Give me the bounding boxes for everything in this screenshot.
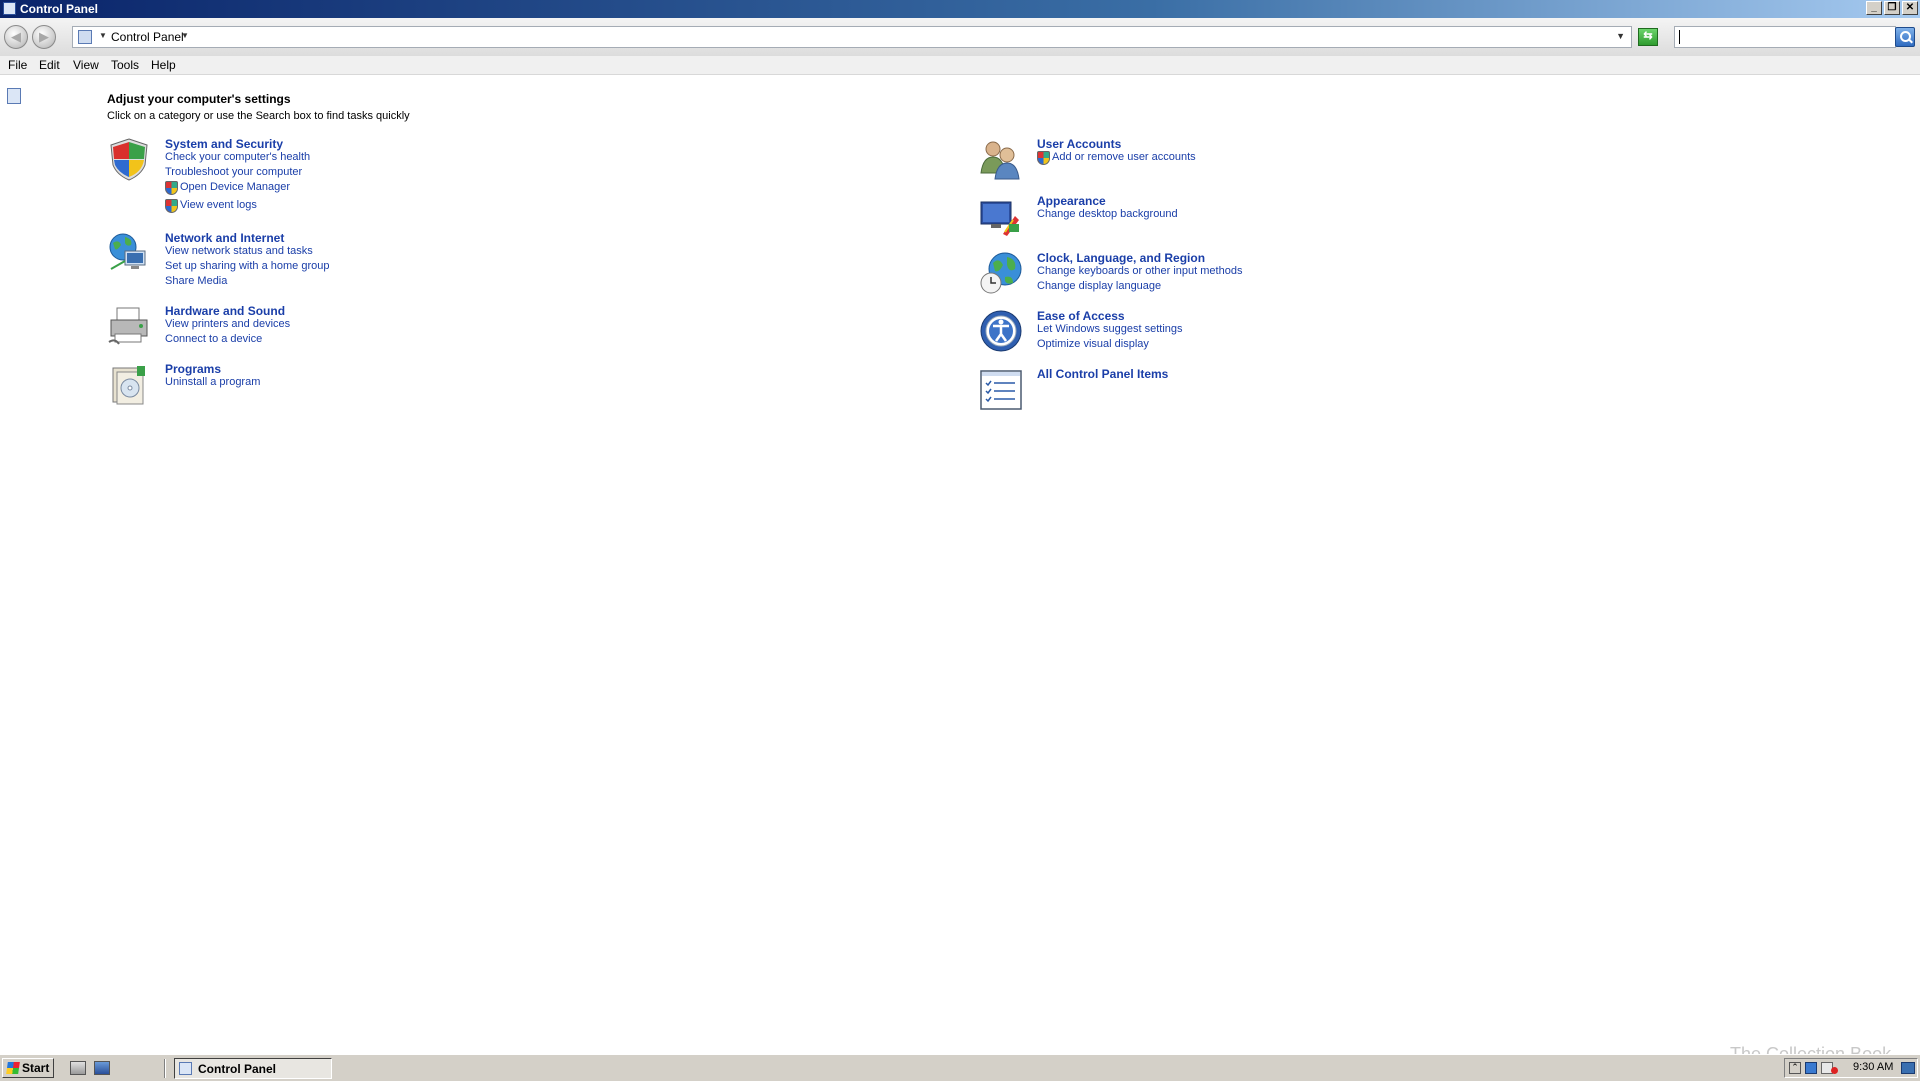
- link-suggest-settings[interactable]: Let Windows suggest settings: [1037, 323, 1183, 335]
- forward-button[interactable]: ▶: [32, 25, 56, 49]
- checklist-icon[interactable]: [979, 367, 1023, 411]
- title-bar: Control Panel _ ❐ ✕: [0, 0, 1920, 18]
- ease-of-access-icon[interactable]: [979, 309, 1023, 353]
- chevron-down-icon[interactable]: ▼: [99, 31, 107, 40]
- link-network-status[interactable]: View network status and tasks: [165, 245, 313, 257]
- category-appearance: Appearance Change desktop background: [979, 194, 1379, 242]
- category-system-and-security: System and Security Check your computer'…: [107, 137, 507, 227]
- start-label: Start: [22, 1061, 50, 1075]
- clock[interactable]: 9:30 AM: [1853, 1061, 1893, 1073]
- category-title[interactable]: Clock, Language, and Region: [1037, 251, 1205, 265]
- text-caret: [1679, 30, 1680, 44]
- category-clock-language-region: Clock, Language, and Region Change keybo…: [979, 251, 1379, 299]
- server-manager-icon[interactable]: [70, 1061, 86, 1075]
- category-ease-of-access: Ease of Access Let Windows suggest setti…: [979, 309, 1379, 357]
- page-title: Adjust your computer's settings: [107, 92, 291, 106]
- search-button[interactable]: [1895, 27, 1915, 47]
- taskbar-separator: [164, 1059, 166, 1078]
- show-desktop-tray-icon[interactable]: [1901, 1062, 1915, 1074]
- link-printers-devices[interactable]: View printers and devices: [165, 318, 290, 330]
- address-toolbar: ◀ ▶ ▼ Control Panel ▼ ▼ ⇆: [0, 18, 1920, 57]
- breadcrumb-control-panel[interactable]: Control Panel: [111, 30, 184, 44]
- menu-help[interactable]: Help: [151, 58, 176, 72]
- category-title[interactable]: Hardware and Sound: [165, 304, 285, 318]
- users-icon[interactable]: [979, 137, 1023, 181]
- link-display-language[interactable]: Change display language: [1037, 280, 1161, 292]
- link-keyboards-input[interactable]: Change keyboards or other input methods: [1037, 265, 1242, 277]
- menu-view[interactable]: View: [73, 58, 99, 72]
- link-add-remove-users[interactable]: Add or remove user accounts: [1052, 151, 1196, 163]
- taskbar-button-label: Control Panel: [198, 1062, 277, 1076]
- minimize-button[interactable]: _: [1866, 1, 1882, 15]
- taskbar: Start Control Panel ⌃ 9:30 AM: [0, 1054, 1920, 1081]
- uac-shield-icon: [1037, 151, 1050, 165]
- link-home-group[interactable]: Set up sharing with a home group: [165, 260, 330, 272]
- category-title[interactable]: Network and Internet: [165, 231, 284, 245]
- forward-arrow-icon: ▶: [39, 29, 49, 44]
- control-panel-icon: [179, 1062, 192, 1075]
- link-device-manager[interactable]: Open Device Manager: [180, 181, 290, 193]
- chevron-up-icon[interactable]: ⌃: [1789, 1062, 1801, 1074]
- category-title[interactable]: System and Security: [165, 137, 283, 151]
- link-check-health[interactable]: Check your computer's health: [165, 151, 310, 163]
- start-button[interactable]: Start: [2, 1058, 54, 1078]
- category-title[interactable]: User Accounts: [1037, 137, 1121, 151]
- address-field[interactable]: ▼ Control Panel ▼ ▼: [72, 26, 1632, 48]
- link-uninstall-program[interactable]: Uninstall a program: [165, 376, 260, 388]
- uac-shield-icon: [165, 199, 178, 213]
- system-tray: ⌃ 9:30 AM: [1784, 1058, 1918, 1078]
- refresh-icon: ⇆: [1643, 30, 1653, 42]
- restore-button[interactable]: ❐: [1884, 1, 1900, 15]
- link-troubleshoot[interactable]: Troubleshoot your computer: [165, 166, 302, 178]
- back-button[interactable]: ◀: [4, 25, 28, 49]
- appearance-icon[interactable]: [979, 194, 1023, 238]
- show-desktop-icon[interactable]: [94, 1061, 110, 1075]
- link-desktop-background[interactable]: Change desktop background: [1037, 208, 1178, 220]
- category-all-control-panel-items: All Control Panel Items: [979, 367, 1379, 415]
- menu-file[interactable]: File: [8, 58, 27, 72]
- control-panel-icon: [3, 2, 16, 15]
- mute-icon: [1831, 1067, 1838, 1074]
- link-event-logs[interactable]: View event logs: [180, 199, 257, 211]
- category-user-accounts: User Accounts Add or remove user account…: [979, 137, 1379, 185]
- menu-edit[interactable]: Edit: [39, 58, 60, 72]
- refresh-button[interactable]: ⇆: [1638, 28, 1658, 46]
- address-history-dropdown[interactable]: ▼: [1616, 31, 1625, 41]
- breadcrumb-dropdown-icon[interactable]: ▼: [181, 31, 189, 40]
- printer-icon[interactable]: [107, 304, 151, 348]
- link-share-media[interactable]: Share Media: [165, 275, 227, 287]
- link-optimize-display[interactable]: Optimize visual display: [1037, 338, 1149, 350]
- menu-tools[interactable]: Tools: [111, 58, 139, 72]
- category-programs: Programs Uninstall a program: [107, 362, 507, 410]
- back-arrow-icon: ◀: [11, 29, 21, 44]
- category-title[interactable]: Appearance: [1037, 194, 1106, 208]
- shield-icon[interactable]: [107, 137, 151, 181]
- close-button[interactable]: ✕: [1902, 1, 1918, 15]
- windows-logo-icon: [6, 1062, 20, 1074]
- globe-clock-icon[interactable]: [979, 251, 1023, 295]
- category-network-and-internet: Network and Internet View network status…: [107, 231, 507, 291]
- page-subtitle: Click on a category or use the Search bo…: [107, 110, 410, 122]
- network-icon[interactable]: [107, 231, 151, 275]
- taskbar-control-panel-button[interactable]: Control Panel: [174, 1058, 332, 1079]
- programs-icon[interactable]: [107, 362, 151, 406]
- network-tray-icon[interactable]: [1805, 1062, 1817, 1074]
- category-title[interactable]: All Control Panel Items: [1037, 367, 1168, 381]
- search-input[interactable]: [1674, 26, 1896, 48]
- control-panel-icon: [78, 30, 92, 44]
- window-controls: _ ❐ ✕: [1866, 1, 1918, 15]
- menu-bar: File Edit View Tools Help: [0, 56, 1920, 75]
- control-panel-icon: [7, 88, 21, 104]
- category-hardware-and-sound: Hardware and Sound View printers and dev…: [107, 304, 507, 352]
- category-title[interactable]: Programs: [165, 362, 221, 376]
- window-title: Control Panel: [20, 2, 99, 16]
- category-title[interactable]: Ease of Access: [1037, 309, 1125, 323]
- uac-shield-icon: [165, 181, 178, 195]
- link-connect-device[interactable]: Connect to a device: [165, 333, 262, 345]
